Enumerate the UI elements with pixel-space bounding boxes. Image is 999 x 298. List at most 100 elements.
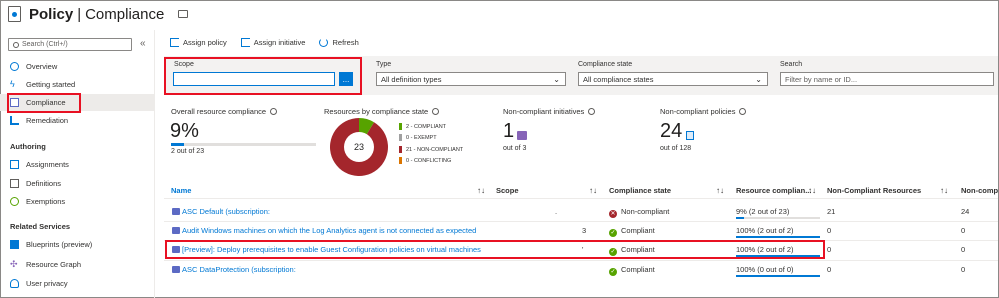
sidebar-item-overview[interactable]: Overview: [0, 58, 155, 75]
sidebar-item-remediation[interactable]: Remediation: [0, 112, 155, 129]
blueprints-icon: [10, 240, 19, 249]
compliance-highlight-box: [7, 93, 81, 113]
initiative-row-icon: [172, 208, 180, 215]
chevron-down-icon: ⌄: [553, 75, 560, 84]
info-icon: [270, 108, 278, 115]
user-privacy-icon: [10, 279, 19, 288]
row-compliance-bar: [736, 236, 820, 238]
legend-swatch: [399, 123, 402, 130]
type-label: Type: [376, 61, 392, 68]
header-divider: [164, 198, 998, 199]
row-compliance-track: [736, 217, 820, 219]
type-dropdown-value: All definition types: [381, 74, 442, 84]
row-resource-compliance[interactable]: 100% (2 out of 2): [736, 226, 794, 235]
row-compliance-state: ✕ Non-compliant: [609, 207, 669, 218]
search-placeholder: Search (Ctrl+/): [22, 41, 68, 48]
assign-policy-label: Assign policy: [183, 38, 227, 47]
related-services-title: Related Services: [10, 222, 71, 231]
noncompliant-policies-value: 24: [660, 120, 683, 142]
assign-initiative-button[interactable]: Assign initiative: [240, 38, 306, 47]
sidebar-item-user-privacy[interactable]: User privacy: [0, 275, 155, 292]
assign-initiative-label: Assign initiative: [253, 38, 306, 47]
row-compliance-track: [736, 236, 820, 238]
sidebar-item-label: Exemptions: [26, 197, 66, 206]
filter-search-input[interactable]: Filter by name or ID...: [780, 72, 994, 86]
noncompliant-policies-text: Non-compliant policies: [660, 107, 736, 116]
scope-highlight-box: [164, 57, 362, 95]
legend-exempt: 0 - EXEMPT: [399, 134, 437, 141]
page-title: Policy: [29, 5, 74, 23]
row-name-link[interactable]: ASC DataProtection (subscription:: [182, 265, 296, 274]
row-name-link[interactable]: ASC Default (subscription:: [182, 207, 270, 216]
sidebar-item-label: Definitions: [26, 179, 62, 188]
overall-compliance-track: [171, 143, 316, 146]
sidebar-item-assignments[interactable]: Assignments: [0, 156, 155, 173]
refresh-icon: [319, 38, 329, 47]
sort-icon[interactable]: ↑↓: [589, 186, 597, 195]
sidebar-item-exemptions[interactable]: Exemptions: [0, 193, 155, 210]
column-header-noncompliant-resources[interactable]: Non-Compliant Resources: [827, 186, 921, 195]
sort-icon[interactable]: ↑↓: [477, 186, 485, 195]
noncompliant-policies-label: Non-compliant policies: [660, 107, 747, 116]
column-header-compliance-state[interactable]: Compliance state: [609, 186, 671, 195]
row-state-text: Compliant: [621, 265, 655, 274]
noncompliant-initiatives-label: Non-compliant initiatives: [503, 107, 596, 116]
sidebar-item-blueprints[interactable]: Blueprints (preview): [0, 236, 155, 253]
search-label: Search: [780, 61, 803, 68]
row-divider: [164, 260, 998, 261]
column-header-name[interactable]: Name: [171, 186, 191, 195]
row-resource-compliance[interactable]: 100% (0 out of 0): [736, 265, 794, 274]
row-name-link[interactable]: Audit Windows machines on which the Log …: [182, 226, 476, 235]
column-header-scope[interactable]: Scope: [496, 186, 519, 195]
authoring-section-title: Authoring: [10, 142, 46, 151]
row-noncompliant-policies: 0: [961, 226, 966, 235]
sort-icon[interactable]: ↑↓: [940, 186, 948, 195]
page-subtitle: Compliance: [85, 5, 165, 23]
info-icon: [588, 108, 596, 115]
type-dropdown[interactable]: All definition types ⌄: [376, 72, 566, 86]
row-state-text: Compliant: [621, 226, 655, 235]
sidebar-item-getting-started[interactable]: ϟ Getting started: [0, 76, 155, 93]
legend-compliant: 2 - COMPLIANT: [399, 123, 446, 130]
assignments-icon: [10, 160, 19, 169]
noncompliant-initiatives-text: Non-compliant initiatives: [503, 107, 585, 116]
compliant-icon: ✓: [609, 268, 617, 276]
row-compliance-track: [736, 275, 820, 277]
refresh-button[interactable]: Refresh: [319, 38, 359, 47]
sidebar-search-input[interactable]: Search (Ctrl+/): [8, 38, 132, 51]
assign-policy-button[interactable]: Assign policy: [170, 38, 227, 47]
legend-text: 2 - COMPLIANT: [406, 123, 447, 130]
row-noncompliant-resources: 0: [827, 226, 832, 235]
policy-icon: [8, 6, 21, 22]
policy-definition-icon: [686, 131, 694, 140]
row-resource-compliance[interactable]: 9% (2 out of 23): [736, 207, 789, 216]
sidebar-item-definitions[interactable]: Definitions: [0, 175, 155, 192]
sidebar-item-resource-graph[interactable]: ✣ Resource Graph: [0, 256, 155, 273]
column-header-resource-compliance[interactable]: Resource complian...: [736, 186, 811, 195]
overall-compliance-detail: 2 out of 23: [171, 148, 205, 155]
sidebar-item-label: Getting started: [26, 80, 76, 89]
compliance-state-dropdown[interactable]: All compliance states ⌄: [578, 72, 768, 86]
noncompliant-initiatives-detail: out of 3: [503, 145, 527, 152]
noncompliant-policies-detail: out of 128: [660, 145, 692, 152]
row-compliance-state: ✓ Compliant: [609, 226, 655, 237]
row-scope: 3: [582, 226, 587, 235]
sort-icon[interactable]: ↑↓: [808, 186, 816, 195]
column-header-noncompliant-policies[interactable]: Non-comp: [961, 186, 998, 195]
legend-text: 0 - EXEMPT: [406, 134, 437, 141]
row-noncompliant-policies: 0: [961, 245, 966, 254]
collapse-sidebar-icon[interactable]: «: [140, 38, 146, 49]
page-header: Policy | Compliance: [8, 4, 189, 24]
legend-text: 21 - NON-COMPLIANT: [406, 146, 464, 153]
overview-icon: [10, 62, 19, 71]
sort-icon[interactable]: ↑↓: [716, 186, 724, 195]
definitions-icon: [10, 179, 19, 188]
info-icon: [432, 108, 440, 115]
row-state-text: Non-compliant: [621, 207, 670, 216]
initiative-row-icon: [172, 266, 180, 273]
row-compliance-bar: [736, 217, 744, 219]
row-scope: .: [555, 207, 558, 216]
print-icon[interactable]: [178, 10, 189, 18]
sidebar-item-label: Remediation: [26, 116, 69, 125]
sidebar: Search (Ctrl+/) « Overview ϟ Getting sta…: [0, 30, 155, 298]
